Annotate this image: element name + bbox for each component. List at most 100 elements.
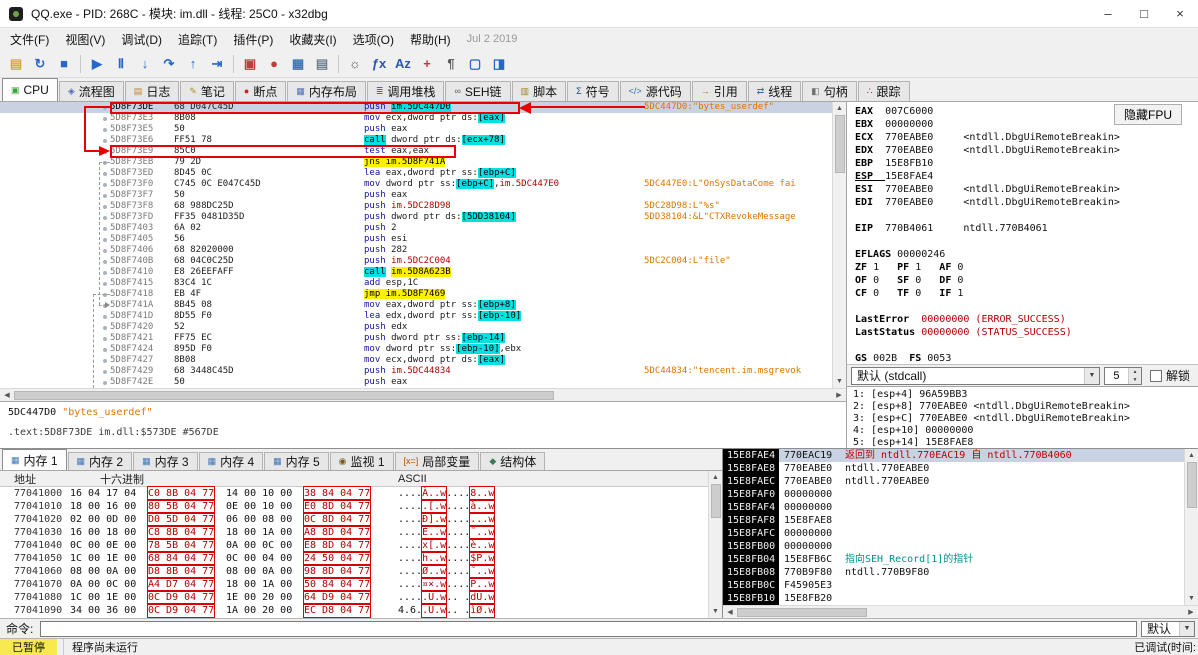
disasm-row[interactable]: 5D8F7405 56 push esi bbox=[0, 234, 846, 245]
disasm-row[interactable]: 5D8F7418 EB 4F jmp im.5D8F7469 bbox=[0, 289, 846, 300]
scroll-down-icon[interactable]: ▼ bbox=[1188, 592, 1195, 605]
breakpoint-dot[interactable] bbox=[103, 314, 107, 319]
argument-line[interactable]: 4: [esp+10] 00000000 bbox=[853, 425, 1198, 437]
register-line[interactable]: ECX 770EABE0 <ntdll.DbgUiRemoteBreakin> bbox=[855, 132, 1198, 145]
breakpoint-dot[interactable] bbox=[103, 380, 107, 385]
breakpoint-dot[interactable] bbox=[103, 149, 107, 154]
disasm-vscrollbar[interactable]: ▲ ▼ bbox=[832, 102, 846, 388]
dump-row[interactable]: 77041080 1C 00 1E 00 0C D9 04 77 1E 00 20 0… bbox=[0, 590, 708, 605]
breakpoint-dot[interactable] bbox=[103, 160, 107, 165]
disasm-row[interactable]: 5D8F73EB 79 2D jns im.5D8F741A bbox=[0, 157, 846, 168]
command-input[interactable] bbox=[40, 620, 1137, 637]
argument-line[interactable]: 1: [esp+4] 96A59BB3 bbox=[853, 389, 1198, 401]
tab-dump-2[interactable]: ▦ 内存 2 bbox=[67, 452, 133, 470]
scroll-left-icon[interactable]: ◀ bbox=[0, 389, 14, 402]
maximize-button[interactable]: □ bbox=[1126, 0, 1162, 27]
scroll-thumb[interactable] bbox=[710, 484, 721, 518]
dump-row[interactable]: 77041000 16 04 17 04 C0 8B 04 77 14 00 10 0… bbox=[0, 486, 708, 501]
breakpoint-dot[interactable] bbox=[103, 182, 107, 187]
tab-dump-3[interactable]: ▦ 内存 3 bbox=[133, 452, 198, 470]
step-into-button[interactable]: ↓ bbox=[134, 53, 156, 75]
breakpoint-dot[interactable] bbox=[103, 127, 107, 132]
register-line[interactable] bbox=[855, 210, 1198, 223]
tab-dump-4[interactable]: ▦ 内存 4 bbox=[198, 452, 264, 470]
disasm-row[interactable]: 5D8F73E6 FF51 78 call dword ptr ds:[ecx+78… bbox=[0, 135, 846, 146]
dump-row[interactable]: 77041070 0A 00 0C 00 A4 D7 04 77 18 00 1A 0… bbox=[0, 577, 708, 592]
stack-row[interactable]: 15E8FB00 00000000 bbox=[723, 540, 1184, 553]
breakpoint-dot[interactable] bbox=[103, 259, 107, 264]
disasm-row[interactable]: 5D8F73DE 68 D047C45D push im.5DC447D0 5DC44… bbox=[0, 102, 846, 113]
pause-button[interactable]: Ⅱ bbox=[110, 53, 132, 75]
disasm-row[interactable]: 5D8F741D 8D55 F0 lea edx,dword ptr ss:[ebp… bbox=[0, 311, 846, 322]
disasm-row[interactable]: 5D8F741A 8B45 08 mov eax,dword ptr ss:[ebp… bbox=[0, 300, 846, 311]
disasm-row[interactable]: 5D8F73F0 C745 0C E047C45D mov dword ptr ss… bbox=[0, 179, 846, 190]
scroll-down-icon[interactable]: ▼ bbox=[836, 375, 843, 388]
tab-breakpoints[interactable]: ● 断点 bbox=[234, 81, 287, 101]
run-button[interactable]: ▶ bbox=[86, 53, 108, 75]
breakpoint-dot[interactable] bbox=[103, 138, 107, 143]
breakpoint-dot[interactable] bbox=[103, 105, 107, 110]
menu-item-5[interactable]: 收藏夹(I) bbox=[281, 29, 344, 50]
register-line[interactable]: EDX 770EABE0 <ntdll.DbgUiRemoteBreakin> bbox=[855, 145, 1198, 158]
tab-notes[interactable]: ✎ 笔记 bbox=[180, 81, 234, 101]
stack-row[interactable]: 15E8FB08 770B9F80 ntdll.770B9F80 bbox=[723, 566, 1184, 579]
argument-line[interactable]: 2: [esp+8] 770EABE0 <ntdll.DbgUiRemoteBr… bbox=[853, 401, 1198, 413]
dump-row[interactable]: 77041040 0C 00 0E 00 78 5B 04 77 0A 00 0C 0… bbox=[0, 538, 708, 553]
stack-row[interactable]: 15E8FB10 15E8FB20 bbox=[723, 592, 1184, 605]
breakpoint-dot[interactable] bbox=[103, 116, 107, 121]
stack-row[interactable]: 15E8FAFC 00000000 bbox=[723, 527, 1184, 540]
tab-threads[interactable]: ⇄ 线程 bbox=[747, 81, 802, 101]
comment-button[interactable]: ¶ bbox=[440, 53, 462, 75]
tab-dump-1[interactable]: ▦ 内存 1 bbox=[2, 449, 67, 470]
restart-button[interactable]: ↻ bbox=[29, 53, 51, 75]
register-line[interactable] bbox=[855, 340, 1198, 353]
register-line[interactable]: LastStatus 00000000 (STATUS_SUCCESS) bbox=[855, 327, 1198, 340]
unlock-checkbox[interactable]: 解锁 bbox=[1146, 367, 1194, 384]
scroll-down-icon[interactable]: ▼ bbox=[712, 605, 719, 618]
stack-row[interactable]: 15E8FAE8 770EABE0 ntdll.770EABE0 bbox=[723, 462, 1184, 475]
stack-hscrollbar[interactable]: ◀ ▶ bbox=[723, 605, 1198, 618]
dump-row[interactable]: 77041030 16 00 18 00 C8 8B 04 77 18 00 1A 0… bbox=[0, 525, 708, 540]
disasm-row[interactable]: 5D8F7420 52 push edx bbox=[0, 322, 846, 333]
breakpoints-button[interactable]: ● bbox=[263, 53, 285, 75]
disasm-row[interactable]: 5D8F73E5 50 push eax bbox=[0, 124, 846, 135]
arguments-pane[interactable]: 1: [esp+4] 96A59BB3 2: [esp+8] 770EABE0 <… bbox=[847, 386, 1198, 448]
menu-item-6[interactable]: 选项(O) bbox=[345, 29, 402, 50]
hide-fpu-button[interactable]: 隐藏FPU bbox=[1113, 104, 1182, 125]
breakpoint-dot[interactable] bbox=[103, 270, 107, 275]
tab-locals[interactable]: [x=] 局部变量 bbox=[394, 452, 480, 470]
scroll-thumb[interactable] bbox=[737, 607, 867, 617]
attach-window-button[interactable]: ◨ bbox=[488, 53, 510, 75]
dump-row[interactable]: 77041050 1C 00 1E 00 68 84 04 77 0C 00 04 0… bbox=[0, 551, 708, 566]
stack-row[interactable]: 15E8FB0C F45905E3 bbox=[723, 579, 1184, 592]
tab-log[interactable]: ▤ 日志 bbox=[124, 81, 180, 101]
stack-row[interactable]: 15E8FAF0 00000000 bbox=[723, 488, 1184, 501]
menu-item-4[interactable]: 插件(P) bbox=[225, 29, 281, 50]
scroll-track[interactable] bbox=[737, 606, 1184, 618]
register-line[interactable]: OF 0 SF 0 DF 0 bbox=[855, 275, 1198, 288]
stack-row[interactable]: 15E8FAE4 770EAC19 返回到 ntdll.770EAC19 自 ntd… bbox=[723, 449, 1184, 462]
scroll-right-icon[interactable]: ▶ bbox=[832, 389, 846, 402]
tab-watch-1[interactable]: ◉ 监视 1 bbox=[329, 452, 394, 470]
step-out-button[interactable]: ↑ bbox=[182, 53, 204, 75]
dump-row[interactable]: 77041060 08 00 0A 00 D8 8B 04 77 08 00 0A 0… bbox=[0, 564, 708, 579]
scroll-right-icon[interactable]: ▶ bbox=[1184, 606, 1198, 619]
breakpoint-dot[interactable] bbox=[103, 248, 107, 253]
breakpoint-dot[interactable] bbox=[103, 347, 107, 352]
breakpoint-dot[interactable] bbox=[103, 215, 107, 220]
disasm-row[interactable]: 5D8F73F7 50 push eax bbox=[0, 190, 846, 201]
scroll-track[interactable] bbox=[14, 389, 832, 401]
tab-handles[interactable]: ◧ 句柄 bbox=[802, 81, 857, 101]
log-button[interactable]: ▤ bbox=[311, 53, 333, 75]
tab-source[interactable]: </> 源代码 bbox=[619, 81, 691, 101]
stack-row[interactable]: 15E8FAEC 770EABE0 ntdll.770EABE0 bbox=[723, 475, 1184, 488]
breakpoint-dot[interactable] bbox=[103, 303, 107, 308]
menu-item-2[interactable]: 调试(D) bbox=[113, 29, 170, 50]
patches-button[interactable]: + bbox=[416, 53, 438, 75]
menu-item-7[interactable]: 帮助(H) bbox=[402, 29, 459, 50]
menu-item-0[interactable]: 文件(F) bbox=[2, 29, 57, 50]
settings-button[interactable]: ☼ bbox=[344, 53, 366, 75]
register-line[interactable] bbox=[855, 236, 1198, 249]
scroll-up-icon[interactable]: ▲ bbox=[712, 471, 719, 484]
disasm-row[interactable]: 5D8F740B 68 04C0C25D push im.5DC2C004 5DC2C… bbox=[0, 256, 846, 267]
